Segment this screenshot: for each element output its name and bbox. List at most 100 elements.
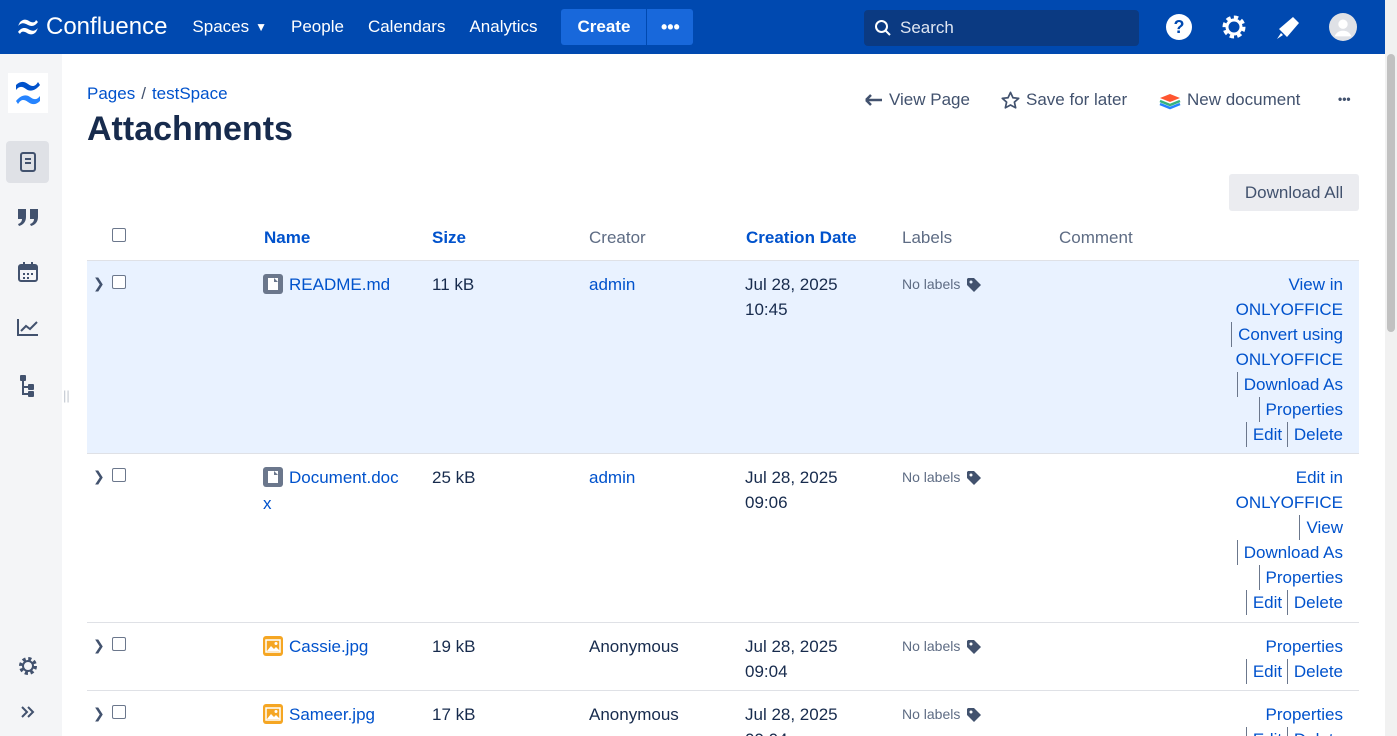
help-button[interactable]: ? <box>1165 13 1193 41</box>
nav-spaces-label: Spaces <box>192 17 250 36</box>
scrollbar-thumb[interactable] <box>1387 54 1395 332</box>
notifications-button[interactable] <box>1275 13 1303 41</box>
edit-link[interactable]: Edit <box>1245 727 1282 736</box>
edit-in-onlyoffice-link[interactable]: Edit in <box>1290 465 1343 490</box>
download-as-link[interactable]: Download As <box>1236 372 1343 397</box>
properties-link[interactable]: Properties <box>1260 702 1343 727</box>
svg-text:?: ? <box>1174 17 1185 37</box>
vertical-scrollbar[interactable] <box>1385 0 1397 736</box>
creation-date: Jul 28, 2025 09:04 <box>745 702 838 736</box>
help-icon: ? <box>1166 14 1192 40</box>
creation-date: Jul 28, 2025 10:45 <box>745 272 838 322</box>
file-name: README.md <box>263 272 390 297</box>
delete-link[interactable]: Delete <box>1286 590 1343 615</box>
select-all-checkbox[interactable] <box>112 228 126 242</box>
file-name-link[interactable]: Sameer.jpg <box>289 702 375 727</box>
date: Jul 28, 2025 <box>745 275 838 294</box>
creator-link[interactable]: admin <box>589 465 635 490</box>
header-creation-date[interactable]: Creation Date <box>746 228 857 248</box>
nav-analytics[interactable]: Analytics <box>469 17 537 37</box>
document-file-icon <box>263 467 283 487</box>
avatar-icon <box>1329 13 1357 41</box>
labels-cell[interactable]: No labels <box>902 634 982 659</box>
sidebar-hierarchy[interactable] <box>6 365 49 407</box>
date: Jul 28, 2025 <box>745 468 838 487</box>
chevron-down-icon: ▼ <box>255 20 268 34</box>
view-in-onlyoffice-link[interactable]: View in <box>1283 272 1344 297</box>
labels-cell[interactable]: No labels <box>902 702 982 727</box>
labels-cell[interactable]: No labels <box>902 465 982 490</box>
sidebar-space-settings[interactable] <box>6 645 49 687</box>
create-group: Create ••• <box>561 9 694 45</box>
create-more-button[interactable]: ••• <box>647 9 694 45</box>
file-name-link[interactable]: Cassie.jpg <box>289 634 368 659</box>
confluence-logo[interactable]: Confluence <box>16 13 167 41</box>
image-file-icon <box>263 636 283 656</box>
breadcrumb: Pages / testSpace <box>87 84 228 104</box>
row-checkbox[interactable] <box>112 637 126 651</box>
search-box[interactable] <box>864 10 1139 46</box>
delete-link[interactable]: Delete <box>1286 727 1343 736</box>
save-for-later-label: Save for later <box>1026 90 1128 109</box>
download-as-link[interactable]: Download As <box>1236 540 1343 565</box>
page-title: Attachments <box>87 110 293 148</box>
sidebar-pages[interactable] <box>6 141 49 183</box>
expand-chevron-icon[interactable]: ❯ <box>93 705 105 722</box>
convert-using-onlyoffice-link-2[interactable]: ONLYOFFICE <box>1230 347 1343 372</box>
expand-chevron-icon[interactable]: ❯ <box>93 637 105 654</box>
breadcrumb-pages[interactable]: Pages <box>87 84 135 103</box>
app-name: Confluence <box>46 13 168 40</box>
edit-link[interactable]: Edit <box>1245 422 1282 447</box>
create-button[interactable]: Create <box>561 9 648 45</box>
delete-link[interactable]: Delete <box>1286 659 1343 684</box>
creator-link[interactable]: admin <box>589 272 635 297</box>
calendar-icon <box>17 262 38 282</box>
expand-chevron-icon[interactable]: ❯ <box>93 275 105 292</box>
time: 09:04 <box>745 662 788 681</box>
file-size: 19 kB <box>432 637 476 656</box>
expand-chevron-icon[interactable]: ❯ <box>93 468 105 485</box>
sidebar-analytics[interactable] <box>6 306 49 348</box>
nav-people[interactable]: People <box>291 17 344 37</box>
convert-using-onlyoffice-link[interactable]: Convert using <box>1231 322 1343 347</box>
sidebar-expand[interactable] <box>6 691 49 733</box>
settings-button[interactable] <box>1220 13 1248 41</box>
space-logo[interactable] <box>6 72 49 114</box>
labels-cell[interactable]: No labels <box>902 272 982 297</box>
row-checkbox[interactable] <box>112 705 126 719</box>
view-in-onlyoffice-link-2[interactable]: ONLYOFFICE <box>1230 297 1343 322</box>
edit-link[interactable]: Edit <box>1245 590 1282 615</box>
row-checkbox[interactable] <box>112 275 126 289</box>
sidebar-blog[interactable] <box>6 196 49 238</box>
breadcrumb-space[interactable]: testSpace <box>152 84 228 103</box>
edit-link[interactable]: Edit <box>1245 659 1282 684</box>
more-actions-button[interactable]: ••• <box>1338 92 1351 106</box>
file-name-link[interactable]: Document.doc x <box>263 465 399 517</box>
edit-in-onlyoffice-link-2[interactable]: ONLYOFFICE <box>1230 490 1343 515</box>
view-link[interactable]: View <box>1299 515 1343 540</box>
properties-link[interactable]: Properties <box>1258 397 1343 422</box>
search-input[interactable] <box>900 18 1120 38</box>
nav-spaces[interactable]: Spaces ▼ <box>192 17 267 37</box>
row-checkbox[interactable] <box>112 468 126 482</box>
no-labels-text: No labels <box>902 469 961 485</box>
sidebar-resize-handle[interactable]: || <box>63 388 70 403</box>
header-comment: Comment <box>1059 228 1133 247</box>
view-page-button[interactable]: View Page <box>865 90 970 110</box>
user-avatar[interactable] <box>1329 13 1357 41</box>
file-name-link[interactable]: README.md <box>289 272 390 297</box>
file-size: 11 kB <box>432 275 475 294</box>
delete-link[interactable]: Delete <box>1286 422 1343 447</box>
page-icon <box>19 152 36 172</box>
new-document-button[interactable]: New document <box>1159 90 1300 110</box>
header-size[interactable]: Size <box>432 228 466 248</box>
sidebar-calendars[interactable] <box>6 251 49 293</box>
tag-icon <box>967 277 982 292</box>
properties-link[interactable]: Properties <box>1258 565 1343 590</box>
header-name[interactable]: Name <box>264 228 310 248</box>
download-all-button[interactable]: Download All <box>1229 174 1359 211</box>
properties-link[interactable]: Properties <box>1260 634 1343 659</box>
breadcrumb-separator: / <box>141 84 146 103</box>
save-for-later-button[interactable]: Save for later <box>1001 90 1127 110</box>
nav-calendars[interactable]: Calendars <box>368 17 446 37</box>
